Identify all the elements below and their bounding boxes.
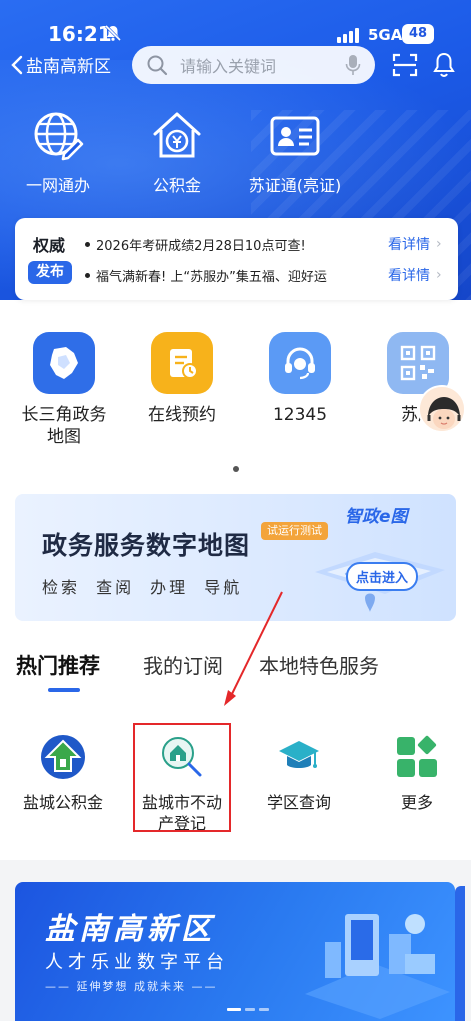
service-grid: 盐城公积金 盐城市不动产登记 学区查询 更多 — [0, 728, 471, 838]
clipboard-clock-icon — [151, 332, 213, 394]
tab-my-subscription[interactable]: 我的订阅 — [143, 650, 223, 679]
housing-fund-icon — [8, 728, 118, 786]
carousel-dots — [227, 1008, 269, 1011]
assistant-avatar-icon[interactable] — [418, 385, 466, 433]
service-label: 学区查询 — [266, 793, 331, 812]
chevron-right-icon: › — [436, 267, 442, 283]
quick-action-label: 一网通办 — [25, 176, 90, 195]
signal-icon — [337, 28, 359, 43]
app-label: 12345 — [272, 405, 328, 425]
pager-dot — [233, 466, 239, 472]
service-more[interactable]: 更多 — [362, 728, 471, 813]
battery-indicator: 48 — [402, 24, 434, 44]
notice-badge: 发布 — [28, 261, 72, 284]
notice-title: 权威 — [33, 236, 66, 255]
notice-text: 2026年考研成绩2月28日10点可查! — [96, 238, 306, 254]
headset-icon — [269, 332, 331, 394]
tab-hot-recommend[interactable]: 热门推荐 — [16, 650, 100, 680]
app-12345[interactable]: 12345 — [250, 332, 350, 426]
banner-logo: 智政e图 — [345, 507, 408, 527]
enter-button[interactable]: 点击进入 — [346, 562, 419, 591]
service-school-district[interactable]: 学区查询 — [244, 728, 354, 813]
more-apps-icon — [362, 728, 471, 786]
quick-actions: 一网通办 公积金 苏证通(亮证) — [0, 108, 471, 198]
bullet-icon — [85, 272, 90, 278]
promo-tagline: —— 延伸梦想 成就未来 —— — [45, 980, 218, 993]
quick-action-label: 公积金 — [152, 176, 201, 195]
city-illustration-icon — [305, 914, 450, 1019]
quick-action-yiwangtongban[interactable]: 一网通办 — [20, 108, 96, 196]
status-time: 16:21 — [48, 22, 112, 46]
chevron-left-icon — [11, 55, 23, 74]
mute-bell-icon — [104, 24, 122, 46]
app-online-booking[interactable]: 在线预约 — [132, 332, 232, 426]
service-label: 盐城公积金 — [22, 793, 103, 812]
top-navigation: 盐南高新区 请输入关键词 — [0, 44, 471, 84]
network-label: 5GA — [368, 26, 403, 44]
search-icon — [147, 55, 168, 76]
notification-bell-icon[interactable] — [432, 52, 456, 82]
service-label: 更多 — [400, 793, 433, 812]
banner-title: 政务服务数字地图 — [42, 531, 251, 560]
notice-more-link[interactable]: 看详情 — [388, 234, 430, 254]
house-yuan-icon — [146, 108, 208, 164]
notice-card: 权威 发布 2026年考研成绩2月28日10点可查! 看详情 › 福气满新春! … — [15, 218, 458, 300]
scan-icon[interactable] — [392, 53, 418, 81]
search-input[interactable]: 请输入关键词 — [132, 46, 375, 84]
promo-subtitle: 人才乐业数字平台 — [45, 952, 229, 973]
annotation-arrow — [224, 591, 283, 706]
talent-platform-banner[interactable]: 盐南高新区 人才乐业数字平台 —— 延伸梦想 成就未来 —— — [15, 882, 455, 1021]
app-grid: 长三角政务地图 在线预约 12345 苏服 — [0, 332, 471, 462]
service-yancheng-fund[interactable]: 盐城公积金 — [8, 728, 118, 813]
notice-item[interactable]: 福气满新春! 上“苏服办”集五福、迎好运 看详情 › — [85, 264, 455, 286]
notice-item[interactable]: 2026年考研成绩2月28日10点可查! 看详情 › — [85, 233, 455, 255]
id-card-icon — [242, 108, 348, 164]
bullet-icon — [85, 241, 90, 247]
app-yangtze-map[interactable]: 长三角政务地图 — [14, 332, 114, 448]
quick-action-gongjijin[interactable]: 公积金 — [146, 108, 208, 196]
quick-action-label: 苏证通(亮证) — [248, 176, 342, 195]
notice-text: 福气满新春! 上“苏服办”集五福、迎好运 — [96, 269, 327, 285]
globe-pen-icon — [20, 108, 96, 164]
location-label: 盐南高新区 — [26, 57, 111, 77]
banner-subtitle: 检索 查阅 办理 导航 — [42, 578, 243, 597]
highlight-box — [133, 723, 231, 832]
map-region-icon — [33, 332, 95, 394]
search-placeholder: 请输入关键词 — [180, 57, 277, 76]
notice-more-link[interactable]: 看详情 — [388, 265, 430, 285]
promo-title: 盐南高新区 — [45, 912, 215, 947]
chevron-right-icon: › — [436, 236, 442, 252]
app-label: 长三角政务地图 — [21, 405, 107, 447]
active-tab-indicator — [48, 688, 80, 692]
quick-action-suzhengtong[interactable]: 苏证通(亮证) — [242, 108, 348, 196]
next-banner-edge — [455, 886, 465, 1021]
graduation-cap-icon — [244, 728, 354, 786]
back-button[interactable]: 盐南高新区 — [10, 52, 111, 77]
microphone-icon[interactable] — [345, 54, 361, 76]
app-label: 在线预约 — [148, 405, 216, 425]
